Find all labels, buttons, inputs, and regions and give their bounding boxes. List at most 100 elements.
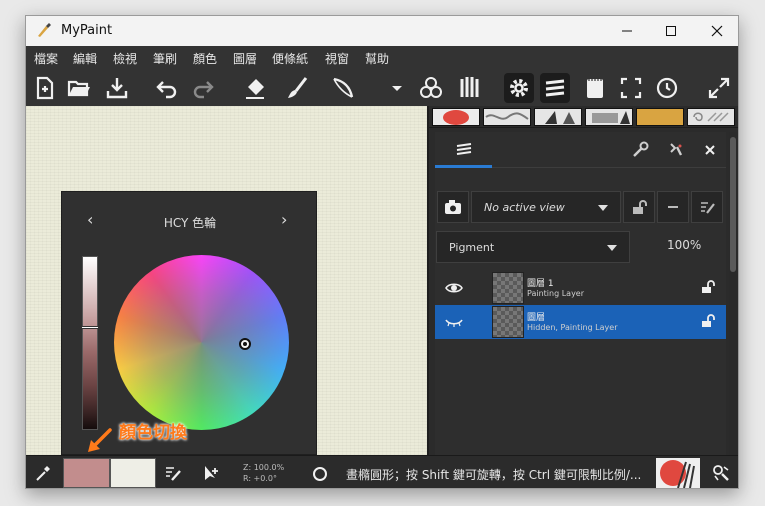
- mypaint-logo-icon: [38, 23, 51, 37]
- unlock-icon[interactable]: [701, 280, 715, 294]
- color-tools-button[interactable]: [416, 73, 446, 103]
- history-button[interactable]: [652, 73, 682, 103]
- redo-button[interactable]: [188, 73, 218, 103]
- menu-file[interactable]: 檔案: [34, 50, 58, 67]
- save-button[interactable]: [102, 73, 132, 103]
- luma-slider[interactable]: [82, 256, 98, 430]
- scratchpad-button[interactable]: [580, 73, 610, 103]
- brush-settings-icon: [670, 143, 683, 156]
- menu-edit[interactable]: 編輯: [73, 50, 97, 67]
- foreground-color-swatch[interactable]: [63, 458, 110, 488]
- ellipse-tool-icon: [313, 467, 327, 481]
- status-message: 畫橢圓形；按 Shift 鍵可旋轉，按 Ctrl 鍵可限制比例/...: [346, 468, 642, 482]
- layers-stack-icon: [545, 79, 565, 97]
- brush-thumb-4[interactable]: [585, 108, 633, 126]
- unlock-icon[interactable]: [701, 314, 715, 328]
- brush-picker-icon[interactable]: [712, 464, 730, 482]
- tab-tool-options[interactable]: [627, 138, 653, 162]
- settings-button[interactable]: [504, 73, 534, 103]
- blend-mode-dropdown[interactable]: Pigment: [436, 231, 630, 263]
- eraser-icon: [246, 79, 264, 99]
- dock-splitter[interactable]: [427, 106, 429, 455]
- menu-color[interactable]: 顏色: [193, 50, 217, 67]
- active-tab-indicator: [435, 165, 492, 168]
- ink-tool-button[interactable]: [328, 73, 358, 103]
- layer-name: 圖層 1: [527, 279, 554, 289]
- edit-color-icon[interactable]: [164, 464, 182, 482]
- view-controls-row: No active view: [435, 174, 726, 223]
- camera-icon: [445, 200, 461, 214]
- layer-row[interactable]: 圖層 1 Painting Layer: [435, 271, 726, 305]
- dock-scrollbar[interactable]: [729, 132, 737, 455]
- menu-scratchpad[interactable]: 便條紙: [272, 50, 308, 67]
- hue-chroma-wheel[interactable]: [114, 255, 289, 430]
- layer-description: Hidden, Painting Layer: [527, 323, 618, 332]
- color-circles-icon: [420, 77, 442, 98]
- tab-brush-settings[interactable]: [663, 138, 689, 162]
- main-toolbar: [26, 70, 738, 106]
- paintbrush-icon: [288, 77, 308, 98]
- view-select-label: No active view: [484, 201, 565, 214]
- new-file-icon: [36, 76, 54, 100]
- minimize-icon: [622, 30, 632, 32]
- fullscreen-button[interactable]: [616, 73, 646, 103]
- redo-icon: [193, 81, 214, 99]
- brush-nib-icon: [545, 111, 575, 124]
- background-color-swatch[interactable]: [110, 458, 156, 488]
- menu-brush[interactable]: 筆刷: [153, 50, 177, 67]
- layers-toggle-button[interactable]: [540, 73, 570, 103]
- eye-visible-icon[interactable]: [445, 280, 463, 296]
- menu-layer[interactable]: 圖層: [233, 50, 257, 67]
- new-file-button[interactable]: [30, 73, 60, 103]
- hcy-color-wheel-panel: ‹ › HCY 色輪: [61, 191, 317, 455]
- notepad-icon: [587, 78, 603, 98]
- brush-thumb-5[interactable]: [636, 108, 684, 126]
- more-tools-dropdown[interactable]: [382, 73, 412, 103]
- layer-name: 圖層: [527, 313, 546, 323]
- open-file-button[interactable]: [64, 73, 94, 103]
- brush-thumb-3[interactable]: [534, 108, 582, 126]
- menu-bar: 檔案 編輯 檢視 筆刷 顏色 圖層 便條紙 視窗 幫助: [26, 46, 738, 70]
- annotation-label: 顏色切換: [119, 423, 187, 443]
- title-bar: MyPaint: [26, 16, 738, 46]
- eraser-button[interactable]: [240, 73, 270, 103]
- menu-window[interactable]: 視窗: [325, 50, 349, 67]
- layers-dock-panel: No active view Pigment 100% 圖層 1 Paintin…: [435, 132, 726, 455]
- close-icon: [711, 25, 723, 37]
- layer-thumbnail: [492, 272, 524, 304]
- layer-row-selected[interactable]: 圖層 Hidden, Painting Layer: [435, 305, 726, 339]
- view-select-dropdown[interactable]: No active view: [471, 191, 621, 223]
- minus-icon: [668, 206, 678, 208]
- menu-view[interactable]: 檢視: [113, 50, 137, 67]
- brushes-button[interactable]: [454, 73, 484, 103]
- minimize-button[interactable]: [604, 16, 650, 46]
- close-dock-button[interactable]: [697, 138, 723, 162]
- wheel-selector-marker[interactable]: [239, 338, 251, 350]
- ink-curve-icon: [333, 77, 354, 98]
- brush-thumb-1[interactable]: [432, 108, 480, 126]
- current-brush-preview[interactable]: [656, 458, 700, 488]
- gear-icon: [510, 79, 528, 97]
- maximize-button[interactable]: [648, 16, 694, 46]
- lock-view-button[interactable]: [623, 191, 655, 223]
- brush-thumb-6[interactable]: [687, 108, 735, 126]
- color-picker-icon[interactable]: [34, 464, 52, 482]
- add-to-history-icon[interactable]: [202, 464, 220, 482]
- close-button[interactable]: [694, 16, 738, 46]
- brush-tool-button[interactable]: [282, 73, 312, 103]
- undo-button[interactable]: [152, 73, 182, 103]
- luma-slider-handle[interactable]: [81, 326, 99, 329]
- menu-help[interactable]: 幫助: [365, 50, 389, 67]
- brush-thumb-2[interactable]: [483, 108, 531, 126]
- tab-layers[interactable]: [451, 138, 477, 162]
- opacity-value[interactable]: 100%: [667, 238, 701, 252]
- remove-view-button[interactable]: [657, 191, 689, 223]
- scrollbar-thumb[interactable]: [730, 137, 736, 272]
- brush-history-strip: [429, 106, 738, 128]
- expand-button[interactable]: [704, 73, 734, 103]
- snapshot-button[interactable]: [437, 191, 469, 223]
- chevron-down-icon: [607, 245, 617, 251]
- eye-hidden-icon[interactable]: [445, 314, 463, 330]
- edit-view-button[interactable]: [691, 191, 723, 223]
- status-bar: Z: 100.0% R: +0.0° 畫橢圓形；按 Shift 鍵可旋轉，按 C…: [26, 455, 738, 488]
